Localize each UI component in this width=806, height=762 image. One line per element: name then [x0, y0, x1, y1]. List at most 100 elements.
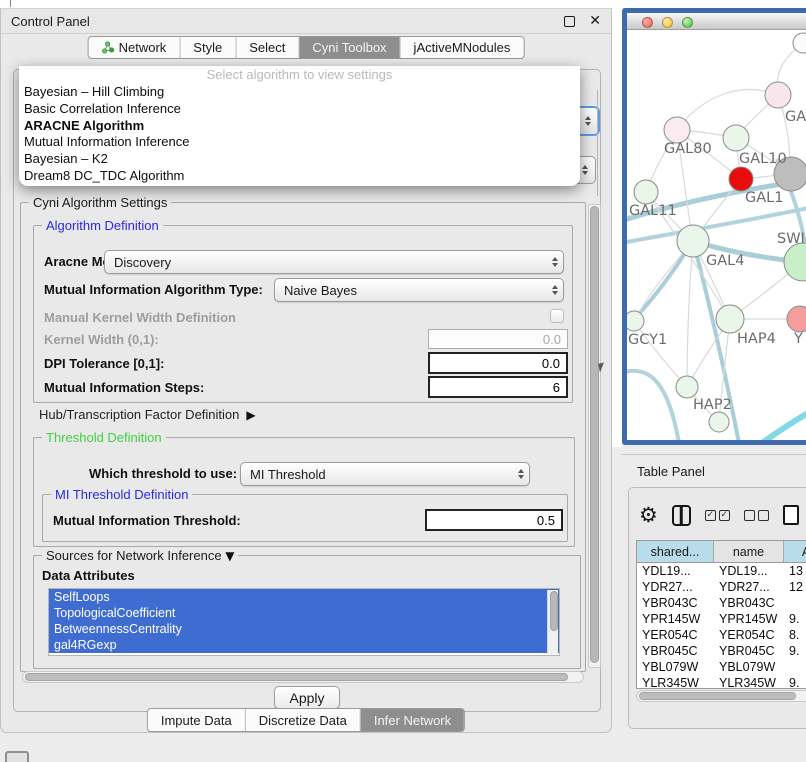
- apply-button[interactable]: Apply: [274, 686, 340, 709]
- tab-network[interactable]: Network: [89, 37, 180, 58]
- mi-type-select[interactable]: Naive Bayes: [274, 278, 564, 302]
- mi-threshold-input[interactable]: 0.5: [425, 509, 563, 531]
- close-icon[interactable]: ✕: [589, 16, 601, 27]
- table-row[interactable]: YBR045CYBR045C9.: [637, 643, 806, 659]
- export-table-icon[interactable]: [783, 505, 799, 525]
- minimized-panel-icon[interactable]: [5, 751, 29, 762]
- table-hscroll-thumb[interactable]: [639, 692, 796, 700]
- settings-vertical-scrollbar[interactable]: [588, 204, 601, 668]
- list-scrollbar-thumb[interactable]: [550, 591, 558, 631]
- tab-discretize-data[interactable]: Discretize Data: [245, 709, 360, 731]
- aracne-mode-select[interactable]: Discovery: [104, 250, 564, 274]
- node-y-partial[interactable]: [787, 306, 806, 332]
- network-view-window[interactable]: GALGAL80GAL10GAL1GAL11SWI4GAL4GCY1HAP4YH…: [622, 8, 806, 445]
- table-cell: 9.: [784, 643, 806, 659]
- algorithm-option-aracne-algorithm[interactable]: ARACNE Algorithm: [19, 118, 580, 135]
- select-all-checkboxes-icon[interactable]: ✓ ✓: [705, 510, 730, 521]
- sources-title[interactable]: Sources for Network Inference ▼: [42, 548, 238, 563]
- network-window-titlebar[interactable]: [627, 13, 806, 30]
- table-cell: YER054C: [637, 627, 714, 643]
- attribute-item-selfloops[interactable]: SelfLoops: [49, 589, 559, 605]
- node-gal4[interactable]: [677, 225, 709, 257]
- network-edge: [687, 241, 693, 387]
- deselect-checkboxes-icon[interactable]: [744, 510, 769, 521]
- node-partial-bottom[interactable]: [709, 412, 729, 432]
- table-row[interactable]: YER054CYER054C8.: [637, 627, 806, 643]
- node-gcy1[interactable]: [627, 311, 644, 331]
- tab-label: Style: [193, 40, 222, 55]
- algorithm-option-bayesian-k2[interactable]: Bayesian – K2: [19, 151, 580, 168]
- node-gal10[interactable]: [723, 125, 749, 151]
- which-threshold-value: MI Threshold: [250, 467, 513, 482]
- table-toolbar: ⚙ ✓ ✓: [639, 501, 806, 529]
- algorithm-option-basic-correlation-inference[interactable]: Basic Correlation Inference: [19, 101, 580, 118]
- node-table[interactable]: shared...nameAYDL19...YDL19...13YDR27...…: [636, 540, 806, 689]
- float-window-icon[interactable]: [564, 16, 575, 27]
- algorithm-definition-title: Algorithm Definition: [42, 218, 163, 233]
- checked-box-icon: ✓: [719, 510, 730, 521]
- settings-vscroll-thumb[interactable]: [590, 206, 599, 663]
- table-row[interactable]: YLR345WYLR345W9.: [637, 675, 806, 689]
- attribute-item-gal4rgexp[interactable]: gal4RGexp: [49, 637, 559, 653]
- node-hap2[interactable]: [676, 376, 698, 398]
- tab-infer-network[interactable]: Infer Network: [360, 709, 464, 731]
- kernel-width-input[interactable]: 0.0: [428, 329, 568, 349]
- tab-cyni-toolbox[interactable]: Cyni Toolbox: [298, 37, 399, 58]
- settings-horizontal-scrollbar[interactable]: [22, 671, 584, 683]
- settings-hscroll-thumb[interactable]: [25, 673, 568, 681]
- tab-label: Select: [249, 40, 285, 55]
- checked-box-icon: ✓: [705, 510, 716, 521]
- algorithm-option-mutual-information-inference[interactable]: Mutual Information Inference: [19, 134, 580, 151]
- node-gal-partial[interactable]: [765, 82, 791, 108]
- manual-kernel-checkbox[interactable]: [550, 309, 564, 323]
- dpi-tolerance-input[interactable]: 0.0: [428, 352, 568, 374]
- which-threshold-select[interactable]: MI Threshold: [240, 462, 530, 486]
- algorithm-definition-group: Algorithm Definition Aracne Mode: Discov…: [33, 225, 573, 403]
- unchecked-box-icon: [744, 510, 755, 521]
- node-label-gal11: GAL11: [629, 203, 677, 219]
- table-row[interactable]: YPR145WYPR145W9.: [637, 611, 806, 627]
- table-row[interactable]: YBR043CYBR043C: [637, 595, 806, 611]
- column-header-shared[interactable]: shared...: [637, 541, 714, 562]
- table-cell: YPR145W: [637, 611, 714, 627]
- dpi-tolerance-value: 0.0: [542, 356, 560, 371]
- mi-steps-input[interactable]: 6: [428, 376, 568, 398]
- network-edge: [634, 321, 687, 387]
- node-label-gal1: GAL1: [745, 190, 783, 206]
- table-row[interactable]: YDR27...YDR27...12: [637, 579, 806, 595]
- table-horizontal-scrollbar[interactable]: [636, 690, 806, 702]
- network-canvas[interactable]: GALGAL80GAL10GAL1GAL11SWI4GAL4GCY1HAP4YH…: [627, 31, 806, 443]
- which-threshold-label: Which threshold to use:: [89, 466, 237, 481]
- collapse-down-icon: ▼: [225, 549, 234, 563]
- node-gal1[interactable]: [729, 167, 753, 191]
- table-cell: YBL079W: [637, 659, 714, 675]
- mac-close-icon[interactable]: [642, 17, 653, 28]
- tab-impute-data[interactable]: Impute Data: [148, 709, 245, 731]
- hub-definition-expander[interactable]: Hub/Transcription Factor Definition ▶: [39, 407, 256, 422]
- attribute-item-topologicalcoefficient[interactable]: TopologicalCoefficient: [49, 605, 559, 621]
- attribute-item-betweennesscentrality[interactable]: BetweennessCentrality: [49, 621, 559, 637]
- apply-button-label: Apply: [289, 690, 324, 706]
- mac-zoom-icon[interactable]: [682, 17, 693, 28]
- mac-minimize-icon[interactable]: [662, 17, 673, 28]
- split-columns-icon[interactable]: [672, 505, 691, 526]
- tab-style[interactable]: Style: [179, 37, 235, 58]
- node-gal11[interactable]: [634, 180, 658, 204]
- node-gal80[interactable]: [664, 117, 690, 143]
- network-edge: [762, 409, 806, 443]
- mi-threshold-title: MI Threshold Definition: [51, 487, 192, 502]
- algorithm-option-bayesian-hill-climbing[interactable]: Bayesian – Hill Climbing: [19, 84, 580, 101]
- algorithm-option-dream8-dc-tdc-algorithm[interactable]: Dream8 DC_TDC Algorithm: [19, 168, 580, 185]
- list-scrollbar[interactable]: [547, 590, 558, 654]
- table-row[interactable]: YBL079WYBL079W: [637, 659, 806, 675]
- table-cell: [784, 659, 806, 675]
- sources-group: Sources for Network Inference ▼ Data Att…: [33, 555, 581, 669]
- column-header-a[interactable]: A: [784, 541, 806, 562]
- tab-select[interactable]: Select: [235, 37, 298, 58]
- table-row[interactable]: YDL19...YDL19...13: [637, 563, 806, 579]
- node-hap4[interactable]: [716, 305, 744, 333]
- column-header-name[interactable]: name: [714, 541, 784, 562]
- tab-jactivemnodules[interactable]: jActiveMNodules: [400, 37, 524, 58]
- data-attributes-list[interactable]: SelfLoopsTopologicalCoefficientBetweenne…: [48, 588, 560, 656]
- settings-gear-icon[interactable]: ⚙: [639, 504, 658, 526]
